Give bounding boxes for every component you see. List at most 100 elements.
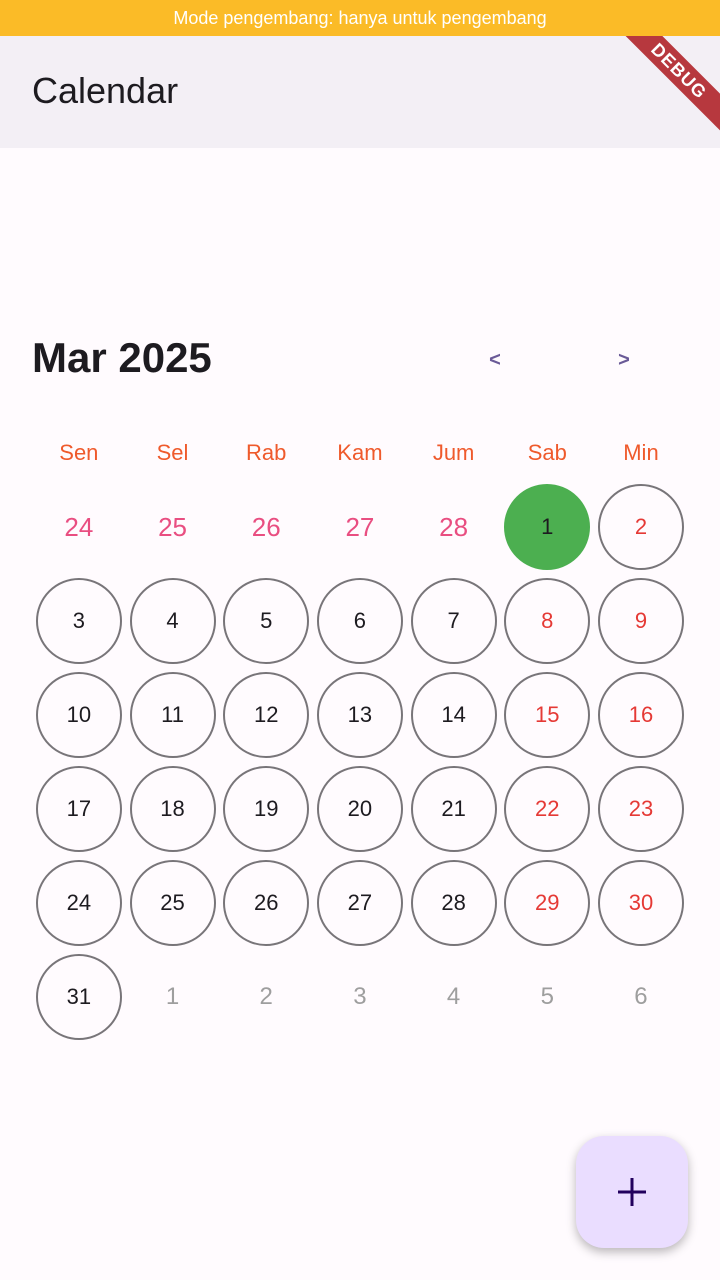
day-button[interactable]: 11 (129, 672, 216, 758)
calendar-day-cell: 20 (313, 762, 407, 856)
calendar-day-cell: 26 (219, 480, 313, 574)
day-button[interactable]: 12 (223, 672, 310, 758)
calendar-day-cell: 25 (126, 480, 220, 574)
day-button[interactable]: 20 (316, 766, 403, 852)
calendar-day-cell: 9 (594, 574, 688, 668)
calendar-day-cell: 31 (32, 950, 126, 1044)
calendar-day-cell: 28 (407, 856, 501, 950)
next-month-day: 1 (165, 983, 180, 1010)
day-button[interactable]: 3 (35, 578, 122, 664)
calendar-day-cell: 13 (313, 668, 407, 762)
day-button[interactable]: 14 (410, 672, 497, 758)
calendar-day-cell: 5 (500, 950, 594, 1044)
day-button[interactable]: 30 (597, 860, 684, 946)
app-bar: Calendar DEBUG (0, 36, 720, 148)
calendar-day-cell: 19 (219, 762, 313, 856)
day-button[interactable]: 6 (316, 578, 403, 664)
calendar-day-cell: 18 (126, 762, 220, 856)
calendar-day-cell: 27 (313, 480, 407, 574)
day-button[interactable]: 17 (35, 766, 122, 852)
previous-month-day: 26 (251, 511, 281, 542)
debug-ribbon: DEBUG (609, 36, 720, 141)
next-month-day: 2 (259, 983, 273, 1010)
weekday-label: Rab (246, 440, 287, 465)
day-button[interactable]: 28 (410, 860, 497, 946)
day-button[interactable]: 23 (597, 766, 684, 852)
day-button[interactable]: 31 (35, 954, 122, 1040)
calendar-day-cell: 25 (126, 856, 220, 950)
calendar-day-grid: 24 25 26 27 28 1 2 3 4 5 6 7 8 9 10 11 12 13 14 15 16 17 18 19 2… (32, 480, 688, 1044)
calendar-day-cell: 4 (407, 950, 501, 1044)
previous-month-button[interactable]: < (479, 346, 511, 374)
weekday-label: Sen (59, 440, 99, 465)
next-month-day: 3 (353, 983, 367, 1010)
calendar-day-cell: 27 (313, 856, 407, 950)
day-button[interactable]: 27 (316, 860, 403, 946)
weekday-label: Min (623, 440, 659, 465)
calendar-day-cell: 28 (407, 480, 501, 574)
calendar-day-cell: 10 (32, 668, 126, 762)
day-button[interactable]: 29 (504, 860, 591, 946)
selected-day-button[interactable]: 1 (504, 484, 591, 570)
next-month-day: 5 (540, 983, 554, 1010)
calendar-day-cell: 16 (594, 668, 688, 762)
day-button[interactable]: 8 (504, 578, 591, 664)
calendar-day-cell: 2 (219, 950, 313, 1044)
calendar-day-cell: 24 (32, 480, 126, 574)
day-button[interactable]: 7 (410, 578, 497, 664)
calendar-day-cell: 22 (500, 762, 594, 856)
previous-month-day: 27 (345, 511, 375, 542)
calendar-day-cell: 17 (32, 762, 126, 856)
previous-month-day: 25 (158, 511, 187, 542)
calendar-day-cell: 3 (313, 950, 407, 1044)
day-button[interactable]: 26 (223, 860, 310, 946)
calendar-day-cell: 15 (500, 668, 594, 762)
calendar-day-cell: 11 (126, 668, 220, 762)
calendar-day-cell: 5 (219, 574, 313, 668)
next-month-day: 4 (446, 983, 461, 1010)
next-month-button[interactable]: > (608, 346, 640, 374)
add-event-button[interactable] (576, 1136, 688, 1248)
calendar-day-cell: 1 (500, 480, 594, 574)
calendar-day-cell: 6 (594, 950, 688, 1044)
previous-month-day: 28 (439, 511, 469, 542)
calendar-day-cell: 6 (313, 574, 407, 668)
day-button[interactable]: 18 (129, 766, 216, 852)
day-button[interactable]: 2 (597, 484, 684, 570)
weekday-label: Jum (432, 440, 475, 465)
day-button[interactable]: 21 (410, 766, 497, 852)
developer-mode-banner: Mode pengembang: hanya untuk pengembang (0, 0, 720, 36)
calendar-day-cell: 2 (594, 480, 688, 574)
calendar-day-cell: 8 (500, 574, 594, 668)
calendar-day-cell: 7 (407, 574, 501, 668)
day-button[interactable]: 9 (597, 578, 684, 664)
calendar-day-cell: 26 (219, 856, 313, 950)
calendar-day-cell: 23 (594, 762, 688, 856)
previous-month-day: 24 (64, 511, 94, 542)
calendar-day-cell: 14 (407, 668, 501, 762)
next-month-day: 6 (634, 983, 648, 1010)
calendar-day-cell: 24 (32, 856, 126, 950)
weekday-label: Sel (156, 440, 189, 465)
day-button[interactable]: 10 (35, 672, 122, 758)
day-button[interactable]: 13 (316, 672, 403, 758)
plus-icon (618, 1178, 646, 1206)
day-button[interactable]: 24 (35, 860, 122, 946)
day-button[interactable]: 5 (223, 578, 310, 664)
day-button[interactable]: 25 (129, 860, 216, 946)
day-button[interactable]: 22 (504, 766, 591, 852)
day-button[interactable]: 15 (504, 672, 591, 758)
calendar-day-cell: 12 (219, 668, 313, 762)
calendar-day-cell: 29 (500, 856, 594, 950)
calendar-day-cell: 1 (126, 950, 220, 1044)
day-button[interactable]: 16 (597, 672, 684, 758)
page-title: Calendar (32, 70, 179, 111)
calendar-day-cell: 4 (126, 574, 220, 668)
day-button[interactable]: 19 (223, 766, 310, 852)
calendar-day-cell: 21 (407, 762, 501, 856)
weekday-header-row: Sen Sel Rab Kam Jum Sab Min (32, 440, 688, 472)
weekday-label: Kam (337, 440, 383, 465)
calendar-day-cell: 30 (594, 856, 688, 950)
day-button[interactable]: 4 (129, 578, 216, 664)
weekday-label: Sab (527, 440, 567, 465)
